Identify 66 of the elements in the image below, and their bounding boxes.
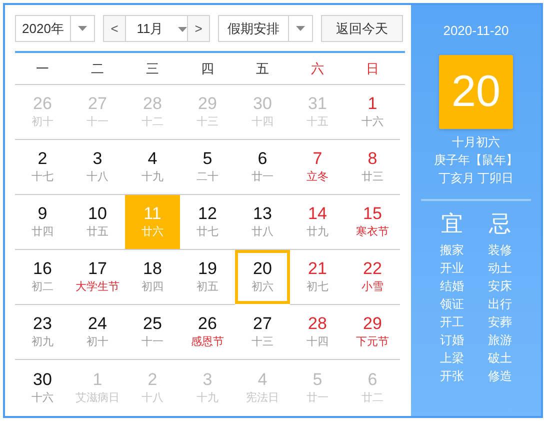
year-dropdown[interactable]: 2020年 (15, 15, 95, 42)
day-cell[interactable]: 18 初四 (125, 250, 180, 305)
avoid-item: 装修 (488, 242, 512, 258)
caret-icon (296, 26, 305, 31)
day-cell[interactable]: 21 初七 (290, 250, 345, 305)
suitable-item: 开工 (440, 314, 464, 330)
back-to-today-button[interactable]: 返回今天 (321, 15, 403, 42)
weekday-label: 二 (90, 60, 105, 78)
day-cell[interactable]: 26 感恩节 (180, 305, 235, 360)
weekday-label: 一 (35, 60, 50, 78)
prev-month-button[interactable]: < (104, 16, 126, 41)
selected-date: 2020-11-20 (443, 22, 509, 40)
weekday-label: 六 (310, 60, 325, 78)
lunar-date: 十月初六 (452, 134, 500, 150)
avoid-item: 旅游 (488, 332, 512, 348)
day-cell[interactable]: 23 初九 (15, 305, 70, 360)
day-cell[interactable]: 14 廿九 (290, 195, 345, 250)
avoid-heading: 忌 (489, 210, 511, 238)
suitable-item: 领证 (440, 296, 464, 312)
suitable-item: 订婚 (440, 332, 464, 348)
day-cell[interactable]: 16 初二 (15, 250, 70, 305)
suitable-item: 开业 (440, 260, 464, 276)
avoid-item: 动土 (488, 260, 512, 276)
next-month-button[interactable]: > (187, 16, 209, 41)
day-cell[interactable]: 7 立冬 (290, 140, 345, 195)
suitable-item: 开张 (440, 368, 464, 384)
day-cell[interactable]: 17 大学生节 (70, 250, 125, 305)
avoid-item: 出行 (488, 296, 512, 312)
caret-icon (178, 26, 187, 32)
day-cell[interactable]: 6 廿一 (235, 140, 290, 195)
big-day-number: 20 (439, 54, 513, 128)
day-cell[interactable]: 25 十一 (125, 305, 180, 360)
lunar-month-day: 丁亥月 丁卯日 (438, 168, 514, 186)
avoid-item: 安葬 (488, 314, 512, 330)
suitable-heading: 宜 (441, 210, 463, 238)
month-dropdown[interactable]: 11月 (126, 16, 187, 41)
suitable-item: 搬家 (440, 242, 464, 258)
day-cell[interactable]: 20 初六 (235, 250, 290, 305)
day-cell[interactable]: 22 小雪 (345, 250, 400, 305)
avoid-item: 破土 (488, 350, 512, 366)
weekday-label: 三 (145, 60, 160, 78)
day-cell[interactable]: 3 十八 (70, 140, 125, 195)
day-cell[interactable]: 2 十七 (15, 140, 70, 195)
day-cell[interactable]: 27 十三 (235, 305, 290, 360)
day-cell[interactable]: 30 十六 (15, 360, 70, 415)
weekday-label: 五 (255, 60, 270, 78)
holiday-dropdown[interactable]: 假期安排 (218, 15, 313, 42)
caret-icon (78, 26, 87, 31)
day-cell[interactable]: 29 下元节 (345, 305, 400, 360)
day-cell[interactable]: 9 廿四 (15, 195, 70, 250)
suitable-item: 上梁 (440, 350, 464, 366)
day-cell[interactable]: 13 廿八 (235, 195, 290, 250)
day-cell[interactable]: 19 初五 (180, 250, 235, 305)
avoid-item: 修造 (488, 368, 512, 384)
weekday-label: 日 (365, 60, 380, 78)
day-cell[interactable]: 24 初十 (70, 305, 125, 360)
lunar-year: 庚子年【鼠年】 (434, 152, 518, 168)
day-cell[interactable]: 15 寒衣节 (345, 195, 400, 250)
avoid-item: 安床 (488, 278, 512, 294)
day-cell[interactable]: 1 十六 (345, 85, 400, 140)
suitable-item: 结婚 (440, 278, 464, 294)
day-cell[interactable]: 5 二十 (180, 140, 235, 195)
day-cell[interactable]: 12 廿七 (180, 195, 235, 250)
day-cell[interactable]: 8 廿三 (345, 140, 400, 195)
weekday-label: 四 (200, 60, 215, 78)
day-cell[interactable]: 28 十四 (290, 305, 345, 360)
